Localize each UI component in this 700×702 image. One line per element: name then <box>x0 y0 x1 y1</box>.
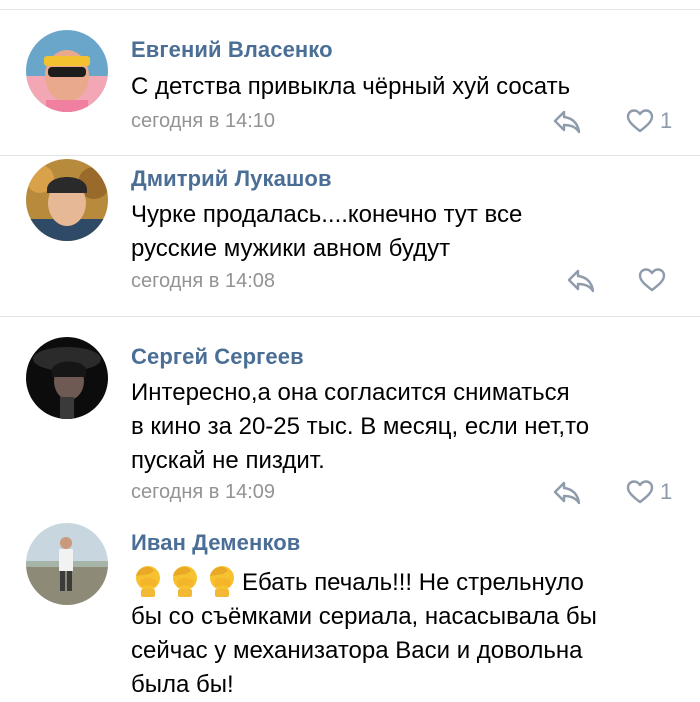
reply-button[interactable] <box>552 479 582 505</box>
reply-icon <box>553 110 581 134</box>
comment-text-line: в кино за 20-25 тыс. В месяц, если нет,т… <box>131 413 590 440</box>
like-count: 1 <box>660 108 673 133</box>
comment-text-line: С детства привыкла чёрный хуй сосать <box>131 73 571 100</box>
comment-text-line: бы со съёмками сериала, насасывала бы <box>131 603 597 630</box>
comment-text-line: сейчас у механизатора Васи и довольна <box>131 637 583 664</box>
avatar-image <box>26 337 108 419</box>
reply-icon <box>567 269 595 293</box>
heart-outline-icon <box>626 109 654 133</box>
heart-outline-icon <box>626 480 654 504</box>
comment-text-line: была бы! <box>131 671 234 698</box>
comment-author[interactable]: Иван Деменков <box>131 530 300 556</box>
comment-text-line: Ебать печаль!!! Не стрельнуло <box>131 563 681 600</box>
reply-button[interactable] <box>566 267 596 293</box>
reply-icon <box>553 481 581 505</box>
comment-divider <box>0 155 700 156</box>
avatar[interactable] <box>26 337 108 419</box>
heart-outline-icon <box>638 268 666 292</box>
comment-text: Интересно,а она согласится сниматься в к… <box>131 376 681 478</box>
like-button[interactable]: 1 <box>626 479 672 505</box>
avatar-image <box>26 159 108 241</box>
avatar[interactable] <box>26 30 108 112</box>
comment-text-line: пускай не пиздит. <box>131 447 325 474</box>
facepalm-emoji <box>210 566 234 597</box>
comment-divider <box>0 316 700 317</box>
facepalm-emoji <box>173 566 197 597</box>
top-divider <box>0 9 700 10</box>
comment-author[interactable]: Сергей Сергеев <box>131 344 304 370</box>
comment-timestamp[interactable]: сегодня в 14:09 <box>131 481 275 504</box>
comment-timestamp[interactable]: сегодня в 14:08 <box>131 270 275 293</box>
comment-author[interactable]: Евгений Власенко <box>131 37 333 63</box>
like-count: 1 <box>660 479 673 504</box>
comment-timestamp[interactable]: сегодня в 14:10 <box>131 110 275 133</box>
comment-text-line: Интересно,а она согласится сниматься <box>131 379 570 406</box>
avatar[interactable] <box>26 523 108 605</box>
avatar-image <box>26 30 108 112</box>
comment-text: Ебать печаль!!! Не стрельнуло бы со съём… <box>131 563 681 702</box>
avatar-image <box>26 523 108 605</box>
facepalm-emoji <box>136 566 160 597</box>
like-button[interactable] <box>638 267 672 293</box>
comment-text: С детства привыкла чёрный хуй сосать <box>131 70 681 104</box>
comment-text: Чурке продалась....конечно тут все русск… <box>131 198 681 266</box>
comment-text-line: русские мужики авном будут <box>131 235 451 262</box>
like-button[interactable]: 1 <box>626 108 672 134</box>
comment-text-line-content: Ебать печаль!!! Не стрельнуло <box>242 569 584 596</box>
reply-button[interactable] <box>552 108 582 134</box>
avatar[interactable] <box>26 159 108 241</box>
comment-author[interactable]: Дмитрий Лукашов <box>131 166 332 192</box>
comment-text-line: Чурке продалась....конечно тут все <box>131 201 523 228</box>
